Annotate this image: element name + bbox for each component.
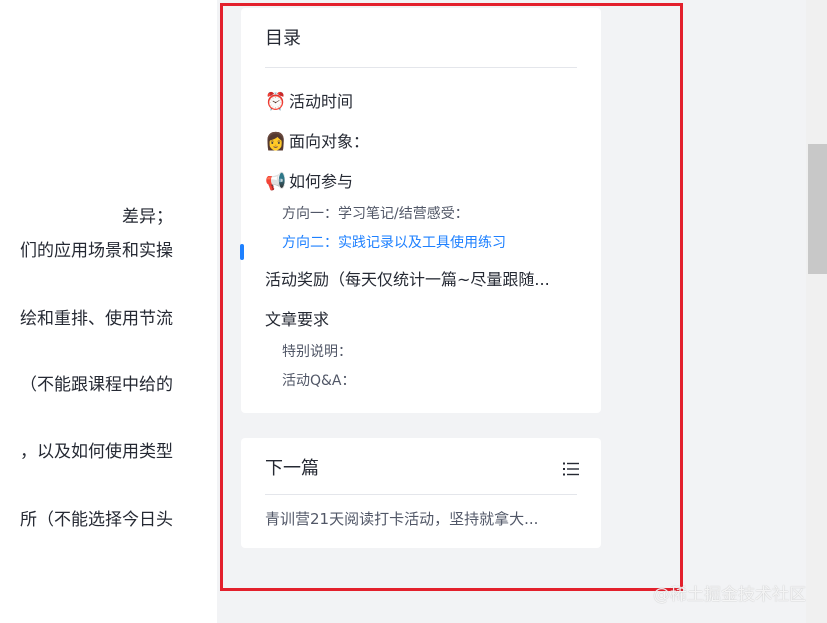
- toc-title: 目录: [265, 28, 301, 49]
- next-article-divider: [265, 494, 577, 495]
- scrollbar-thumb[interactable]: [808, 144, 827, 274]
- article-line: 差异；: [122, 207, 173, 227]
- next-article-link[interactable]: 青训营21天阅读打卡活动，坚持就拿大...: [265, 508, 577, 530]
- toc-item-label: 如何参与: [289, 172, 354, 191]
- toc-item-activity-time[interactable]: ⏰ 活动时间: [265, 90, 353, 114]
- article-line: ，以及如何使用类型: [20, 442, 173, 462]
- next-article-title: 下一篇: [265, 458, 319, 479]
- toc-item-audience[interactable]: 👩 面向对象：: [265, 130, 369, 154]
- toc-item-special-notes[interactable]: 特别说明：: [282, 342, 352, 362]
- toc-item-direction-one[interactable]: 方向一：学习笔记/结营感受：: [282, 204, 469, 224]
- toc-active-indicator: [240, 244, 244, 260]
- article-line: （不能跟课程中给的: [20, 375, 173, 395]
- article-content: 差异； 们的应用场景和实操 绘和重排、使用节流 （不能跟课程中给的 ，以及如何使…: [0, 0, 217, 623]
- next-article-card: 下一篇 青训营21天阅读打卡活动，坚持就拿大...: [241, 438, 601, 548]
- list-icon[interactable]: [563, 462, 579, 476]
- article-line: 绘和重排、使用节流: [20, 309, 173, 329]
- megaphone-icon: 📢: [265, 172, 287, 192]
- toc-divider: [265, 67, 577, 68]
- alarm-clock-icon: ⏰: [265, 92, 287, 112]
- watermark: @稀土掘金技术社区: [653, 585, 806, 605]
- toc-item-article-requirements[interactable]: 文章要求: [265, 308, 329, 332]
- toc-item-qa[interactable]: 活动Q&A：: [282, 371, 356, 391]
- article-line: 所（不能选择今日头: [20, 510, 173, 530]
- toc-card: 目录 ⏰ 活动时间 👩 面向对象： 📢 如何参与 方向一：学习笔记/结营感受： 方向二…: [240, 8, 601, 413]
- toc-item-label: 面向对象：: [289, 132, 370, 151]
- article-line: 们的应用场景和实操: [20, 241, 173, 261]
- scrollbar-track[interactable]: [806, 0, 827, 623]
- sidebar: 目录 ⏰ 活动时间 👩 面向对象： 📢 如何参与 方向一：学习笔记/结营感受： 方向二…: [217, 0, 827, 623]
- toc-item-rewards[interactable]: 活动奖励（每天仅统计一篇~尽量跟随...: [265, 268, 550, 292]
- toc-item-how-to-join[interactable]: 📢 如何参与: [265, 170, 353, 194]
- toc-item-label: 活动时间: [289, 92, 354, 111]
- toc-item-direction-two[interactable]: 方向二：实践记录以及工具使用练习: [282, 233, 506, 253]
- woman-icon: 👩: [265, 132, 287, 152]
